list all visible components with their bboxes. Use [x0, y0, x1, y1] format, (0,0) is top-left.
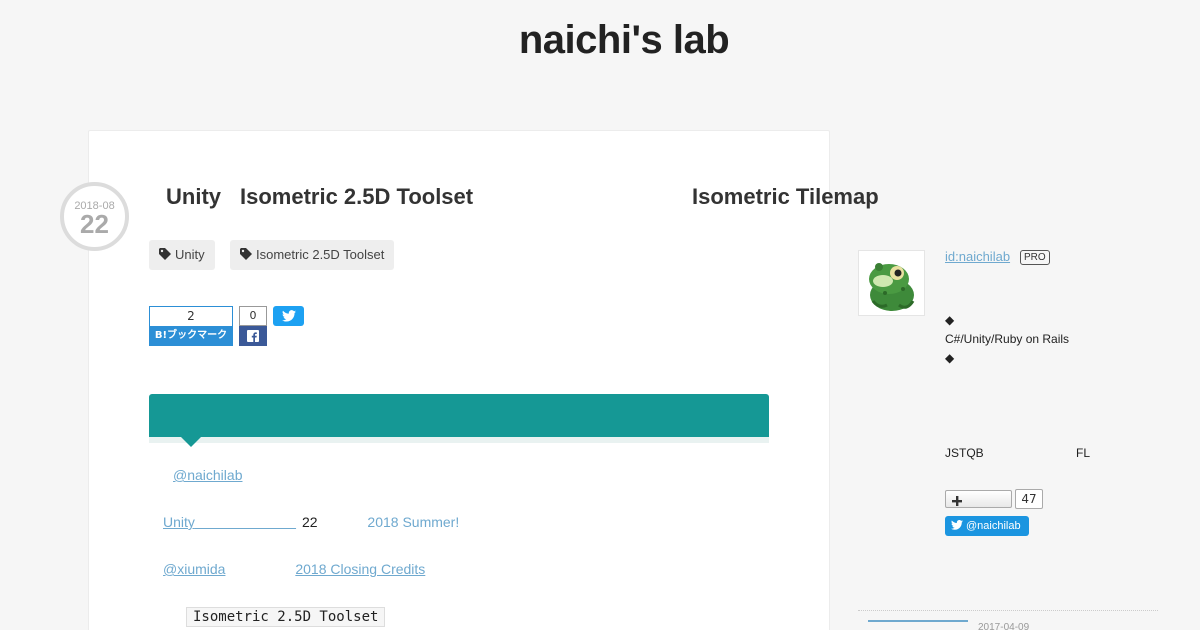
frog-avatar-icon [869, 263, 915, 311]
facebook-share-button[interactable] [239, 326, 267, 346]
body-line-1: @naichilab [173, 467, 242, 483]
avatar[interactable] [858, 250, 925, 316]
plus-icon [952, 496, 962, 506]
category-label: Unity [175, 247, 205, 262]
entry-date-badge: 2018-08 22 [60, 182, 129, 251]
pro-badge: PRO [1020, 250, 1050, 265]
section-heading-banner [149, 394, 769, 438]
unity-link-text: Unity [163, 514, 195, 530]
archive-entry-link-bar[interactable] [868, 620, 968, 622]
twitter-share-button[interactable] [273, 306, 304, 326]
diamond-bullet-2: ◆ [945, 351, 955, 365]
inline-code: Isometric 2.5D Toolset [186, 607, 386, 627]
naichilab-link[interactable]: @naichilab [173, 467, 242, 483]
hatena-bookmark-count[interactable]: 2 [149, 306, 233, 326]
archive-divider [858, 610, 1158, 611]
twitter-follow-button[interactable]: @naichilab [945, 516, 1029, 536]
tag-icon [240, 248, 252, 260]
unity-link-gap [195, 514, 296, 530]
tag-icon [159, 248, 171, 260]
section-heading-shadow [149, 437, 769, 443]
follower-count[interactable]: 47 [1015, 489, 1043, 509]
follow-button[interactable] [945, 490, 1012, 508]
category-isometric-toolset[interactable]: Isometric 2.5D Toolset [230, 240, 395, 270]
entry-title-part-1[interactable]: Unity [166, 184, 221, 210]
archive-entry-date: 2017-04-09 [978, 622, 1030, 630]
diamond-bullet-1: ◆ [945, 313, 955, 327]
entry-date-day: 22 [80, 209, 109, 239]
closing-credits-link[interactable]: 2018 Closing Credits [240, 561, 425, 577]
summer-event-link[interactable]: 2018 Summer! [367, 514, 459, 530]
twitter-follow-label: @naichilab [966, 520, 1021, 532]
profile-id-link[interactable]: id:naichilab [945, 249, 1010, 264]
xiumida-link[interactable]: @xiumida [163, 561, 225, 577]
category-label: Isometric 2.5D Toolset [256, 247, 385, 262]
section-heading-arrow [181, 437, 201, 447]
hatena-bookmark-button[interactable]: B!ブックマーク [149, 326, 233, 346]
facebook-icon [247, 330, 259, 342]
body-line-3: @xiumida 2018 Closing Credits [163, 561, 425, 577]
category-unity[interactable]: Unity [149, 240, 215, 270]
blog-title[interactable]: naichi's lab [0, 18, 1200, 63]
entry-title-part-2[interactable]: Isometric 2.5D Toolset [240, 184, 473, 210]
body-line-2: Unity 22 2018 Summer! [163, 514, 459, 530]
profile-skills: C#/Unity/Ruby on Rails [945, 332, 1070, 346]
unity-link[interactable]: Unity [163, 514, 296, 530]
facebook-share-count[interactable]: 0 [239, 306, 267, 326]
twitter-bird-icon [281, 310, 296, 322]
profile-cert-fl: FL [1076, 446, 1091, 460]
entry-title-part-3[interactable]: Isometric Tilemap [692, 184, 879, 210]
profile-cert-jstqb: JSTQB [945, 446, 984, 460]
body-number: 22 [301, 514, 318, 530]
twitter-bird-icon [951, 520, 963, 530]
